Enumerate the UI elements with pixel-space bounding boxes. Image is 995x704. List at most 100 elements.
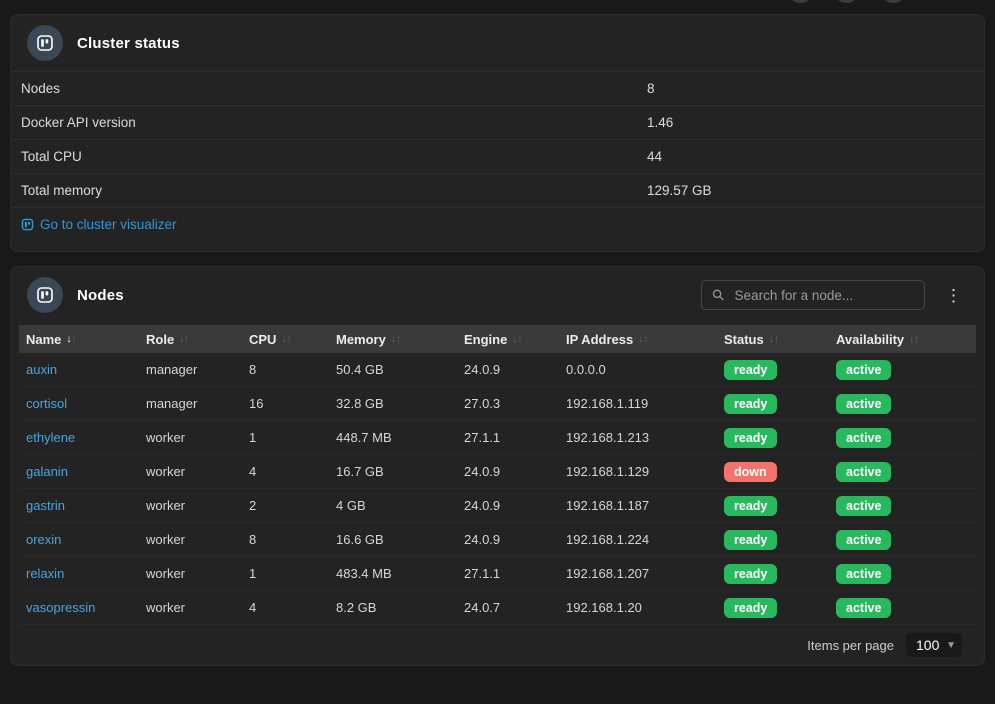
node-role-cell: manager xyxy=(139,396,242,411)
node-row-vasopressin: vasopressinworker48.2 GB24.0.7192.168.1.… xyxy=(19,591,976,625)
panel-icon xyxy=(27,277,63,313)
node-availability-cell: active xyxy=(829,462,976,482)
column-header-name[interactable]: Name↓↑ xyxy=(19,332,139,347)
column-header-status[interactable]: Status ↓↑ xyxy=(717,332,829,347)
availability-badge: active xyxy=(836,598,891,618)
node-link[interactable]: vasopressin xyxy=(26,600,95,615)
node-link[interactable]: auxin xyxy=(26,362,57,377)
detail-label: Nodes xyxy=(21,81,647,96)
kebab-menu-icon[interactable]: ⋮ xyxy=(939,283,968,308)
node-link[interactable]: gastrin xyxy=(26,498,65,513)
node-link[interactable]: relaxin xyxy=(26,566,64,581)
node-name-cell: galanin xyxy=(19,464,139,479)
sort-arrows-icon: ↓↑ xyxy=(769,334,779,345)
node-ip-cell: 192.168.1.129 xyxy=(559,464,717,479)
column-label: IP Address xyxy=(566,332,633,347)
node-row-gastrin: gastrinworker24 GB24.0.9192.168.1.187rea… xyxy=(19,489,976,523)
detail-label: Docker API version xyxy=(21,115,647,130)
node-engine-cell: 27.1.1 xyxy=(457,566,559,581)
node-availability-cell: active xyxy=(829,394,976,414)
status-badge: down xyxy=(724,462,777,482)
node-memory-cell: 483.4 MB xyxy=(329,566,457,581)
column-header-cpu[interactable]: CPU↓↑ xyxy=(242,332,329,347)
node-engine-cell: 24.0.7 xyxy=(457,600,559,615)
node-row-relaxin: relaxinworker1483.4 MB27.1.1192.168.1.20… xyxy=(19,557,976,591)
column-label: Availability xyxy=(836,332,904,347)
node-availability-cell: active xyxy=(829,428,976,448)
column-header-ip-address[interactable]: IP Address↓↑ xyxy=(559,332,717,347)
node-link[interactable]: cortisol xyxy=(26,396,67,411)
node-name-cell: gastrin xyxy=(19,498,139,513)
node-engine-cell: 24.0.9 xyxy=(457,464,559,479)
node-ip-cell: 192.168.1.213 xyxy=(559,430,717,445)
node-ip-cell: 192.168.1.207 xyxy=(559,566,717,581)
column-header-role[interactable]: Role↓↑ xyxy=(139,332,242,347)
node-status-cell: ready xyxy=(717,394,829,414)
availability-badge: active xyxy=(836,530,891,550)
node-link[interactable]: ethylene xyxy=(26,430,75,445)
availability-badge: active xyxy=(836,394,891,414)
node-name-cell: orexin xyxy=(19,532,139,547)
nodes-table-footer: Items per page 100 ▼ xyxy=(19,625,976,665)
cluster-status-title: Cluster status xyxy=(77,35,180,52)
availability-badge: active xyxy=(836,496,891,516)
cluster-visualizer-row: Go to cluster visualizer xyxy=(11,207,984,241)
availability-badge: active xyxy=(836,360,891,380)
status-badge: ready xyxy=(724,428,777,448)
node-memory-cell: 8.2 GB xyxy=(329,600,457,615)
column-header-memory[interactable]: Memory ↓↑ xyxy=(329,332,457,347)
nodes-card: Nodes ⋮ Name↓↑Role↓↑CPU↓↑Memory↓↑Engine↓… xyxy=(10,266,985,666)
cluster-status-card: Cluster status Nodes8Docker API version1… xyxy=(10,14,985,252)
items-per-page-select[interactable]: 100 xyxy=(906,633,962,657)
column-header-availability[interactable]: Availability↓↑ xyxy=(829,332,976,347)
node-search-input[interactable] xyxy=(733,287,914,304)
cluster-detail-row: Nodes8 xyxy=(11,71,984,105)
nodes-table: Name↓↑Role↓↑CPU↓↑Memory↓↑Engine↓↑IP Addr… xyxy=(19,325,976,665)
node-engine-cell: 24.0.9 xyxy=(457,532,559,547)
node-name-cell: auxin xyxy=(19,362,139,377)
column-label: Status xyxy=(724,332,764,347)
node-name-cell: cortisol xyxy=(19,396,139,411)
column-label: Role xyxy=(146,332,174,347)
availability-badge: active xyxy=(836,462,891,482)
node-role-cell: worker xyxy=(139,464,242,479)
node-role-cell: worker xyxy=(139,430,242,445)
node-link[interactable]: galanin xyxy=(26,464,68,479)
node-cpu-cell: 16 xyxy=(242,396,329,411)
node-role-cell: worker xyxy=(139,532,242,547)
node-row-orexin: orexinworker816.6 GB24.0.9192.168.1.224r… xyxy=(19,523,976,557)
node-row-ethylene: ethyleneworker1448.7 MB27.1.1192.168.1.2… xyxy=(19,421,976,455)
detail-value: 1.46 xyxy=(647,115,984,130)
node-row-galanin: galaninworker416.7 GB24.0.9192.168.1.129… xyxy=(19,455,976,489)
node-name-cell: relaxin xyxy=(19,566,139,581)
items-per-page-label: Items per page xyxy=(807,638,894,653)
node-link[interactable]: orexin xyxy=(26,532,61,547)
node-name-cell: ethylene xyxy=(19,430,139,445)
node-role-cell: manager xyxy=(139,362,242,377)
status-badge: ready xyxy=(724,496,777,516)
column-header-engine[interactable]: Engine↓↑ xyxy=(457,332,559,347)
column-label: Memory xyxy=(336,332,386,347)
node-cpu-cell: 4 xyxy=(242,600,329,615)
sort-arrows-icon: ↓↑ xyxy=(512,334,522,345)
detail-value: 44 xyxy=(647,149,984,164)
node-cpu-cell: 2 xyxy=(242,498,329,513)
node-ip-cell: 192.168.1.119 xyxy=(559,396,717,411)
cluster-detail-row: Docker API version1.46 xyxy=(11,105,984,139)
go-to-cluster-visualizer-label: Go to cluster visualizer xyxy=(40,217,177,232)
node-name-cell: vasopressin xyxy=(19,600,139,615)
node-status-cell: ready xyxy=(717,360,829,380)
status-badge: ready xyxy=(724,598,777,618)
node-cpu-cell: 8 xyxy=(242,532,329,547)
column-label: CPU xyxy=(249,332,276,347)
detail-value: 129.57 GB xyxy=(647,183,984,198)
node-cpu-cell: 1 xyxy=(242,566,329,581)
detail-label: Total memory xyxy=(21,183,647,198)
node-engine-cell: 27.1.1 xyxy=(457,430,559,445)
node-ip-cell: 0.0.0.0 xyxy=(559,362,717,377)
node-status-cell: ready xyxy=(717,496,829,516)
node-memory-cell: 4 GB xyxy=(329,498,457,513)
node-engine-cell: 27.0.3 xyxy=(457,396,559,411)
sort-arrows-icon: ↓↑ xyxy=(391,334,401,345)
go-to-cluster-visualizer-link[interactable]: Go to cluster visualizer xyxy=(21,217,177,232)
